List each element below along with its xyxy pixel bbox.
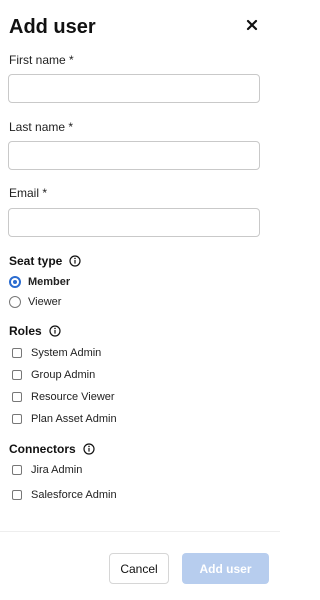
connector-jira-admin[interactable]: Jira Admin [9,464,82,476]
connector-salesforce-admin[interactable]: Salesforce Admin [9,489,117,501]
connector-label: Jira Admin [31,464,83,476]
role-label: Plan Asset Admin [31,413,117,425]
checkbox[interactable] [12,490,22,500]
seat-type-title: Seat type [9,254,63,268]
role-label: Group Admin [31,369,96,381]
first-name-label: First name * [9,53,74,67]
role-label: Resource Viewer [31,391,115,403]
dialog-header: Add user [9,14,271,40]
email-input[interactable] [8,208,260,237]
dialog-title: Add user [9,16,96,38]
connector-label: Salesforce Admin [31,489,117,501]
roles-title: Roles [9,324,42,338]
footer-divider [0,531,280,532]
checkbox[interactable] [12,414,22,424]
role-group-admin[interactable]: Group Admin [9,369,95,381]
last-name-input[interactable] [8,141,260,170]
roles-heading: Roles [9,324,61,338]
role-plan-asset-admin[interactable]: Plan Asset Admin [9,413,117,425]
checkbox[interactable] [12,392,22,402]
checkbox[interactable] [12,370,22,380]
add-user-button[interactable]: Add user [182,553,269,584]
seat-type-heading: Seat type [9,254,81,268]
seat-type-viewer-option[interactable]: Viewer [9,296,61,308]
role-system-admin[interactable]: System Admin [9,347,101,359]
info-icon[interactable] [69,255,81,267]
last-name-label: Last name * [9,120,74,134]
seat-type-member-option[interactable]: Member [9,276,70,288]
checkbox[interactable] [12,465,22,475]
connectors-heading: Connectors [9,442,95,456]
info-icon[interactable] [49,325,61,337]
role-label: System Admin [31,347,102,359]
connectors-title: Connectors [9,442,76,456]
info-icon[interactable] [83,443,95,455]
first-name-input[interactable] [8,74,260,103]
radio-member-label: Member [28,276,71,288]
radio-viewer-label: Viewer [28,296,62,308]
close-icon[interactable] [242,15,262,35]
email-label: Email * [9,186,48,200]
radio-member[interactable] [9,276,21,288]
role-resource-viewer[interactable]: Resource Viewer [9,391,115,403]
checkbox[interactable] [12,348,22,358]
radio-viewer[interactable] [9,296,21,308]
cancel-button[interactable]: Cancel [109,553,169,584]
